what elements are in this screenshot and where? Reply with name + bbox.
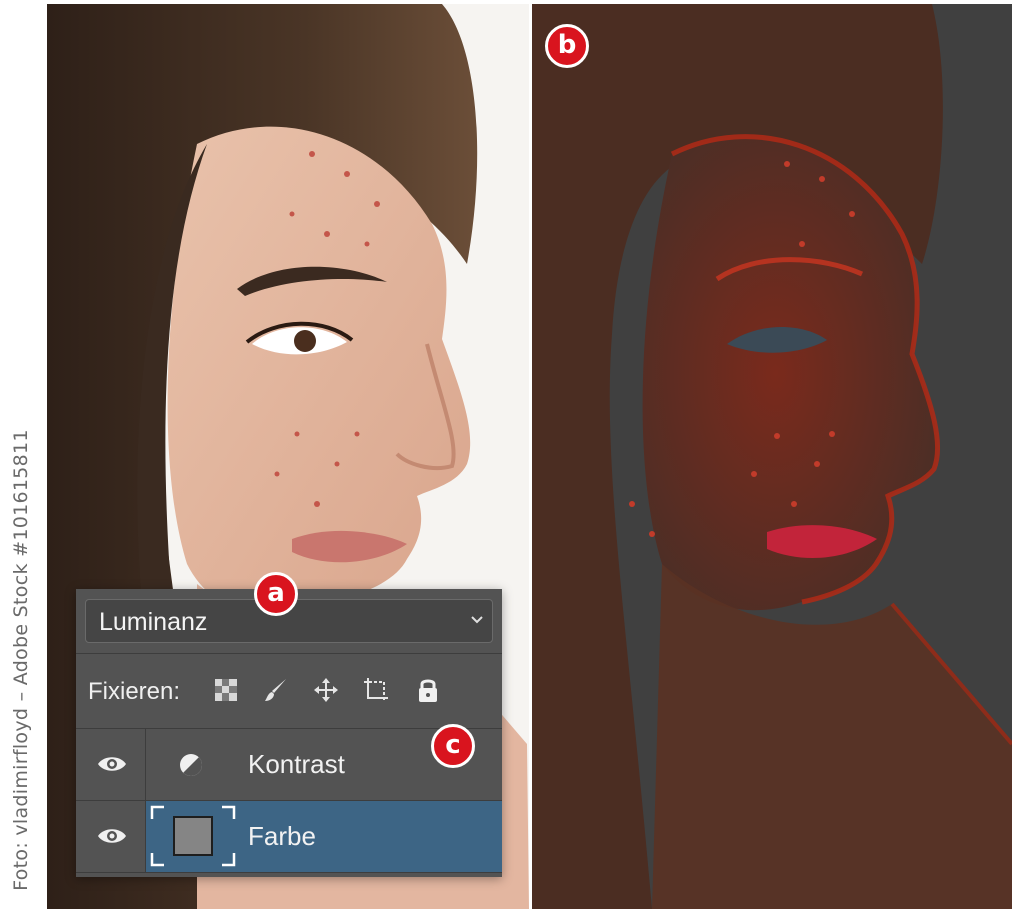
- visibility-toggle[interactable]: [76, 729, 146, 800]
- adjustment-icon: [180, 754, 202, 776]
- chevron-down-icon: [471, 616, 483, 624]
- callout-badge-b: b: [545, 24, 589, 68]
- lock-row: Fixieren:: [76, 654, 502, 729]
- layer-name: Farbe: [248, 821, 316, 851]
- photo-credit: Foto: vladimirfloyd – Adobe Stock #10161…: [10, 429, 32, 891]
- blend-mode-value: Luminanz: [99, 608, 208, 636]
- lock-all-icon[interactable]: [414, 676, 442, 704]
- move-lock-icon[interactable]: [312, 676, 340, 704]
- layer-name: Kontrast: [248, 749, 345, 779]
- color-layer-preview: [532, 4, 1012, 909]
- layer-row-farbe[interactable]: Farbe: [76, 801, 502, 873]
- brush-lock-icon[interactable]: [262, 676, 290, 704]
- lock-label: Fixieren:: [88, 678, 181, 705]
- photo-credit-area: Foto: vladimirfloyd – Adobe Stock #10161…: [0, 0, 40, 913]
- eye-icon[interactable]: [96, 752, 128, 776]
- transparency-lock-icon[interactable]: [212, 676, 240, 704]
- callout-badge-c: c: [431, 724, 475, 768]
- visibility-toggle[interactable]: [76, 801, 146, 872]
- eye-icon[interactable]: [96, 824, 128, 848]
- layer-thumbnail[interactable]: [150, 805, 236, 867]
- artboard-lock-icon[interactable]: [362, 676, 390, 704]
- callout-badge-a: a: [254, 572, 298, 616]
